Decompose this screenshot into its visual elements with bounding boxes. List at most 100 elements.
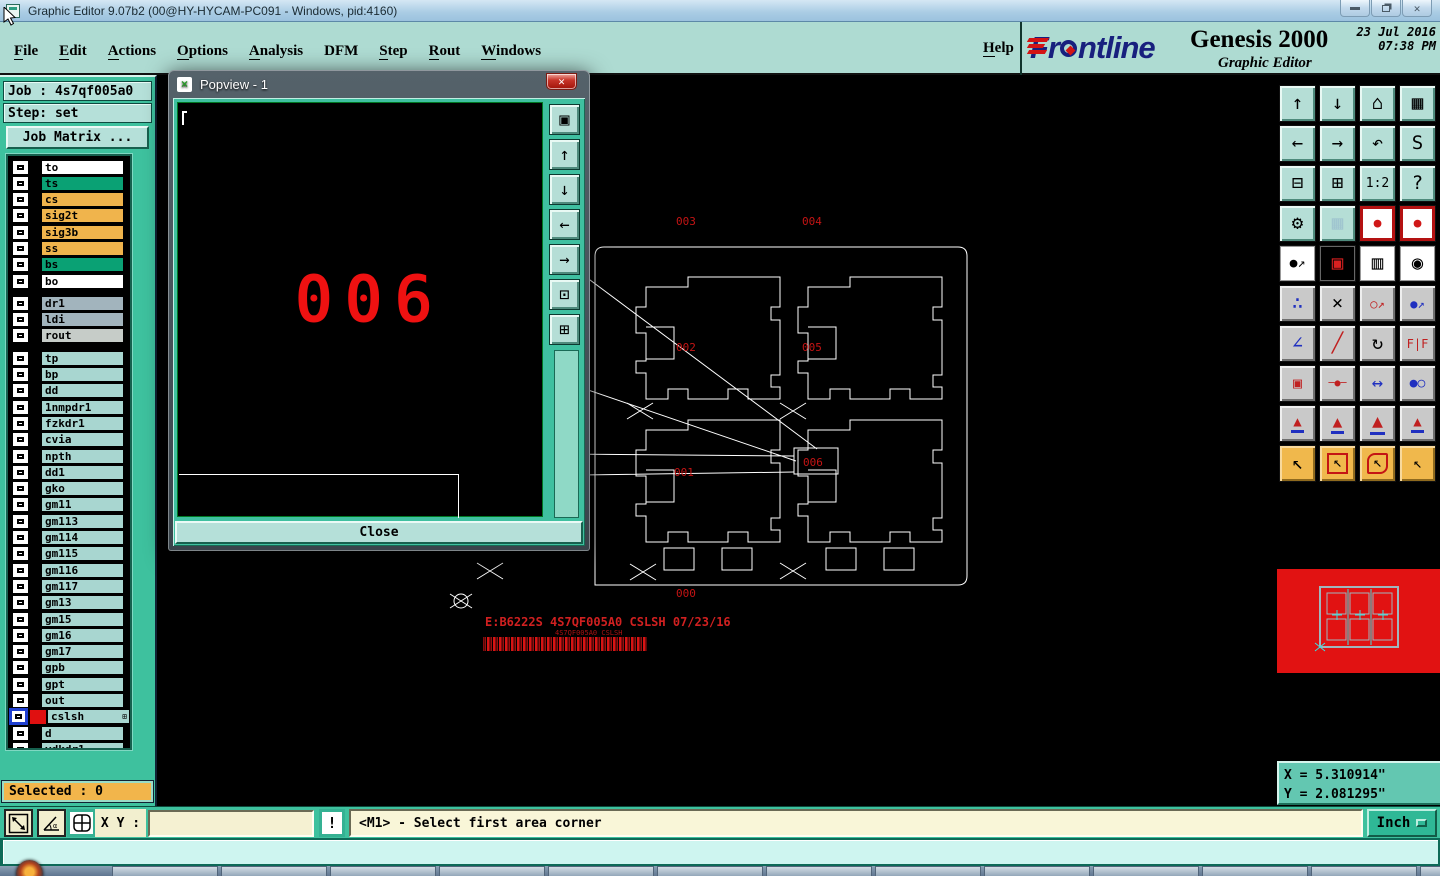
unselect-button[interactable]: × (1319, 285, 1356, 322)
layer-checkbox-sig3b[interactable] (13, 225, 28, 239)
layer-row-ss[interactable]: ss (8, 240, 130, 256)
layer-checkbox-1nmpdr1[interactable] (13, 400, 28, 414)
layer-checkbox-gm117[interactable] (13, 579, 28, 593)
layer-checkbox-tp[interactable] (13, 351, 28, 365)
layer-row-gm113[interactable]: gm113 (8, 513, 130, 529)
layer-row-gpb[interactable]: gpb (8, 660, 130, 676)
layer-checkbox-gpb[interactable] (13, 661, 28, 675)
display-profile-button-1[interactable]: ● (1359, 205, 1396, 242)
mirror-button[interactable]: F|F (1399, 325, 1436, 362)
rout-chamfer-button-2[interactable]: ▲ (1319, 405, 1356, 442)
layer-checkbox-ydkdr1[interactable] (13, 742, 28, 748)
setup-palette-button[interactable]: ⚙ (1279, 205, 1316, 242)
layer-label-gpt[interactable]: gpt (41, 676, 124, 692)
title-bar[interactable]: Graphic Editor 9.07b2 (00@HY-HYCAM-PC091… (0, 0, 1440, 22)
layer-checkbox-d[interactable] (13, 726, 28, 740)
taskbar-window-button[interactable] (1093, 866, 1199, 876)
layer-checkbox-cvia[interactable] (13, 433, 28, 447)
popview-detach-button[interactable]: ▣ (549, 104, 580, 135)
select-frame-button[interactable]: ↖ (1319, 445, 1356, 482)
layer-checkbox-out[interactable] (13, 694, 28, 707)
layer-label-dd[interactable]: dd (41, 383, 124, 399)
home-view-button[interactable]: ⌂ (1359, 85, 1396, 122)
taskbar-window-button[interactable] (548, 866, 654, 876)
layer-row-sig3b[interactable]: sig3b (8, 224, 130, 240)
layer-row-gm115[interactable]: gm115 (8, 546, 130, 562)
layer-label-ldi[interactable]: ldi (41, 312, 124, 328)
menu-rout[interactable]: Rout (428, 43, 460, 60)
measure-angle-button[interactable]: α (37, 809, 66, 837)
layer-checkbox-gm113[interactable] (13, 514, 28, 528)
taskbar-window-button[interactable] (1311, 866, 1417, 876)
layer-label-ts[interactable]: ts (41, 175, 124, 191)
layer-label-to[interactable]: to (41, 159, 124, 175)
layer-row-sig2t[interactable]: sig2t (8, 208, 130, 224)
layer-checkbox-gm15[interactable] (13, 612, 28, 626)
taskbar-window-button[interactable] (439, 866, 545, 876)
layer-checkbox-dr1[interactable] (13, 296, 28, 310)
layer-label-ss[interactable]: ss (41, 240, 124, 256)
layer-row-gm116[interactable]: gm116 (8, 562, 130, 578)
select-polygon-button[interactable]: ↖ (1359, 445, 1396, 482)
taskbar-window-button[interactable] (766, 866, 872, 876)
layer-label-gm17[interactable]: gm17 (41, 644, 124, 660)
menu-analysis[interactable]: Analysis (248, 43, 303, 60)
layer-checkbox-gm13[interactable] (13, 596, 28, 610)
layer-checkbox-bp[interactable] (13, 368, 28, 382)
layer-row-gko[interactable]: gko (8, 481, 130, 497)
taskbar-window-button[interactable] (221, 866, 327, 876)
layer-checkbox-gm17[interactable] (13, 645, 28, 659)
snap-window-button[interactable] (67, 809, 96, 837)
popview-scrollbar[interactable] (554, 350, 579, 518)
layer-label-tp[interactable]: tp (41, 350, 124, 366)
pan-down-button[interactable]: ↓ (1319, 85, 1356, 122)
layer-label-gko[interactable]: gko (41, 481, 124, 497)
layer-label-gm116[interactable]: gm116 (41, 562, 124, 578)
zoom-out-button[interactable]: ⊟ (1279, 165, 1316, 202)
snap-grid-button[interactable]: ▦ (1319, 205, 1356, 242)
serpentine-pan-button[interactable]: S (1399, 125, 1436, 162)
taskbar-window-button[interactable] (984, 866, 1090, 876)
layer-row-d[interactable]: d (8, 725, 130, 741)
layer-row-ydkdr1[interactable]: ydkdr1 (8, 741, 130, 748)
chain-select-button[interactable]: ∴ (1279, 285, 1316, 322)
layer-label-bo[interactable]: bo (41, 273, 124, 289)
layer-label-ydkdr1[interactable]: ydkdr1 (41, 741, 124, 748)
layer-label-gm16[interactable]: gm16 (41, 627, 124, 643)
layer-row-rout[interactable]: rout (8, 328, 130, 344)
layer-row-gm13[interactable]: gm13 (8, 595, 130, 611)
layer-label-cvia[interactable]: cvia (41, 432, 124, 448)
layer-row-dd[interactable]: dd (8, 383, 130, 399)
window-xy-button[interactable]: ▦ (1399, 85, 1436, 122)
layer-row-cslsh[interactable]: cslsh ⊞ (8, 708, 130, 726)
layer-row-gm114[interactable]: gm114 (8, 530, 130, 546)
popview-pan-right-button[interactable]: → (549, 244, 580, 275)
layer-checkbox-gpt[interactable] (13, 677, 28, 691)
popview-title-bar[interactable]: × Popview - 1 (168, 70, 590, 98)
slant-line-button[interactable]: ╱ (1319, 325, 1356, 362)
taskbar-window-button[interactable] (112, 866, 218, 876)
menu-actions[interactable]: Actions (107, 43, 156, 60)
layer-row-bs[interactable]: bs (8, 257, 130, 273)
layer-checkbox-cs[interactable] (13, 193, 28, 207)
rout-chamfer-button-4[interactable]: ▲ (1399, 405, 1436, 442)
angle-measure-button[interactable]: ∠ (1279, 325, 1316, 362)
layer-row-dr1[interactable]: dr1 (8, 295, 130, 311)
layer-checkbox-bs[interactable] (13, 258, 28, 272)
alert-button[interactable]: ! (319, 809, 345, 837)
layer-checkbox-dd1[interactable] (13, 465, 28, 479)
copy-to-layer-button[interactable]: ▣ (1279, 365, 1316, 402)
layer-label-dd1[interactable]: dd1 (41, 464, 124, 480)
layer-label-cs[interactable]: cs (41, 192, 124, 208)
layer-checkbox-cslsh[interactable] (9, 708, 28, 726)
taskbar-window-button[interactable] (657, 866, 763, 876)
layer-checkbox-dd[interactable] (13, 384, 28, 398)
layer-checkbox-gm116[interactable] (13, 563, 28, 577)
popview-close-button[interactable]: ✕ (546, 73, 577, 90)
view-layers-button[interactable]: ▣ (1319, 245, 1356, 282)
layer-row-gm16[interactable]: gm16 (8, 627, 130, 643)
layer-label-dr1[interactable]: dr1 (41, 295, 124, 311)
layer-label-gm11[interactable]: gm11 (41, 497, 124, 513)
select-single-button[interactable]: ↖ (1279, 445, 1316, 482)
menu-options[interactable]: Options (177, 43, 228, 60)
